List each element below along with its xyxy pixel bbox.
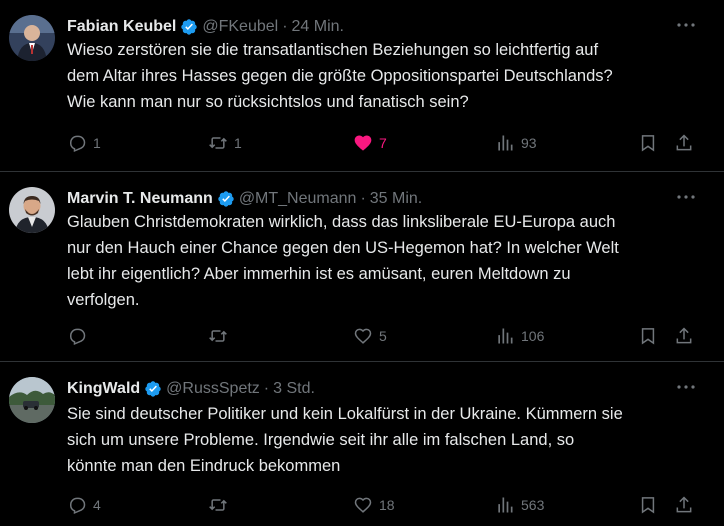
like-button[interactable]: 5 xyxy=(353,324,387,348)
tweet-text-line: dem Altar ihres Hasses gegen die größte … xyxy=(67,67,613,85)
avatar[interactable] xyxy=(9,187,55,233)
share-button[interactable] xyxy=(674,131,694,155)
author-handle[interactable]: @FKeubel xyxy=(202,17,278,37)
reply-button[interactable]: 1 xyxy=(67,131,101,155)
share-icon xyxy=(676,327,692,344)
more-options-icon[interactable] xyxy=(676,15,696,35)
verified-icon xyxy=(217,190,235,208)
avatar[interactable] xyxy=(9,15,55,61)
reply-icon xyxy=(70,328,86,346)
tweet-text-line: Glauben Christdemokraten wirklich, dass … xyxy=(67,213,616,231)
reply-icon xyxy=(70,497,86,515)
like-button[interactable]: 7 xyxy=(353,131,387,155)
share-icon xyxy=(676,496,692,513)
bookmark-icon xyxy=(641,497,655,514)
repost-button[interactable]: 1 xyxy=(208,131,242,155)
author-name[interactable]: Marvin T. Neumann xyxy=(67,189,213,209)
like-count: 7 xyxy=(379,135,387,151)
reply-button[interactable] xyxy=(67,324,93,348)
tweet-text-line: lebt ihr eigentlich? Aber immerhin ist e… xyxy=(67,265,571,283)
share-button[interactable] xyxy=(674,324,694,348)
views-count: 563 xyxy=(521,497,545,513)
heart-icon xyxy=(354,497,372,513)
tweet-text-line: könnte man den Eindruck bekommen xyxy=(67,457,341,475)
views-button[interactable]: 106 xyxy=(495,324,544,348)
like-count: 18 xyxy=(379,497,395,513)
more-options-icon[interactable] xyxy=(676,187,696,207)
views-count: 93 xyxy=(521,135,537,151)
like-button[interactable]: 18 xyxy=(353,493,395,517)
author-handle[interactable]: @MT_Neumann xyxy=(239,189,357,209)
reply-icon xyxy=(70,135,86,153)
separator: · xyxy=(360,190,366,207)
repost-count: 1 xyxy=(234,135,242,151)
separator: · xyxy=(282,18,288,35)
more-options-icon[interactable] xyxy=(676,377,696,397)
reply-count: 1 xyxy=(93,135,101,151)
heart-icon xyxy=(354,328,372,344)
repost-icon xyxy=(209,137,227,149)
author-name[interactable]: Fabian Keubel xyxy=(67,17,176,37)
action-bar: 1 1 7 93 xyxy=(67,131,707,155)
repost-icon xyxy=(209,330,227,342)
author-name[interactable]: KingWald xyxy=(67,379,140,399)
bookmark-button[interactable] xyxy=(638,324,658,348)
tweet-header: Marvin T. Neumann @MT_Neumann · 35 Min. xyxy=(67,189,422,209)
timestamp[interactable]: 35 Min. xyxy=(370,189,422,209)
verified-icon xyxy=(180,18,198,36)
tweet-text-line: Sie sind deutscher Politiker und kein Lo… xyxy=(67,405,623,423)
author-handle[interactable]: @RussSpetz xyxy=(166,379,260,399)
views-button[interactable]: 563 xyxy=(495,493,544,517)
tweet-text: Sie sind deutscher Politiker und kein Lo… xyxy=(67,401,707,479)
tweet[interactable]: Fabian Keubel @FKeubel · 24 Min. Wieso z… xyxy=(0,0,724,172)
tweet-text-line: nur den Hauch einer Chance gegen den US-… xyxy=(67,239,619,257)
views-button[interactable]: 93 xyxy=(495,131,537,155)
verified-icon xyxy=(144,380,162,398)
share-icon xyxy=(676,134,692,151)
views-count: 106 xyxy=(521,328,545,344)
views-icon xyxy=(498,135,513,151)
share-button[interactable] xyxy=(674,493,694,517)
tweet-text-line: Wie kann man nur so rücksichtslos und fa… xyxy=(67,93,469,111)
views-icon xyxy=(498,497,513,513)
tweet-header: KingWald @RussSpetz · 3 Std. xyxy=(67,379,315,399)
repost-button[interactable] xyxy=(208,324,234,348)
tweet-text-line: sich um unsere Probleme. Irgendwie seit … xyxy=(67,431,575,449)
repost-icon xyxy=(209,499,227,511)
tweet[interactable]: Marvin T. Neumann @MT_Neumann · 35 Min. … xyxy=(0,172,724,362)
reply-button[interactable]: 4 xyxy=(67,493,101,517)
tweet-text-line: verfolgen. xyxy=(67,291,140,309)
bookmark-icon xyxy=(641,328,655,345)
avatar[interactable] xyxy=(9,377,55,423)
tweet-text: Wieso zerstören sie die transatlantische… xyxy=(67,37,707,115)
tweet-header: Fabian Keubel @FKeubel · 24 Min. xyxy=(67,17,344,37)
action-bar: 5 106 xyxy=(67,324,707,348)
tweet[interactable]: KingWald @RussSpetz · 3 Std. Sie sind de… xyxy=(0,362,724,526)
timestamp[interactable]: 24 Min. xyxy=(292,17,344,37)
tweet-text-line: Wieso zerstören sie die transatlantische… xyxy=(67,41,599,59)
timestamp[interactable]: 3 Std. xyxy=(273,379,315,399)
repost-button[interactable] xyxy=(208,493,234,517)
views-icon xyxy=(498,328,513,344)
action-bar: 4 18 563 xyxy=(67,493,707,517)
bookmark-button[interactable] xyxy=(638,493,658,517)
bookmark-button[interactable] xyxy=(638,131,658,155)
like-count: 5 xyxy=(379,328,387,344)
heart-filled-icon xyxy=(354,135,372,151)
separator: · xyxy=(263,380,270,397)
reply-count: 4 xyxy=(93,497,101,513)
bookmark-icon xyxy=(641,135,655,152)
tweet-text: Glauben Christdemokraten wirklich, dass … xyxy=(67,209,707,313)
